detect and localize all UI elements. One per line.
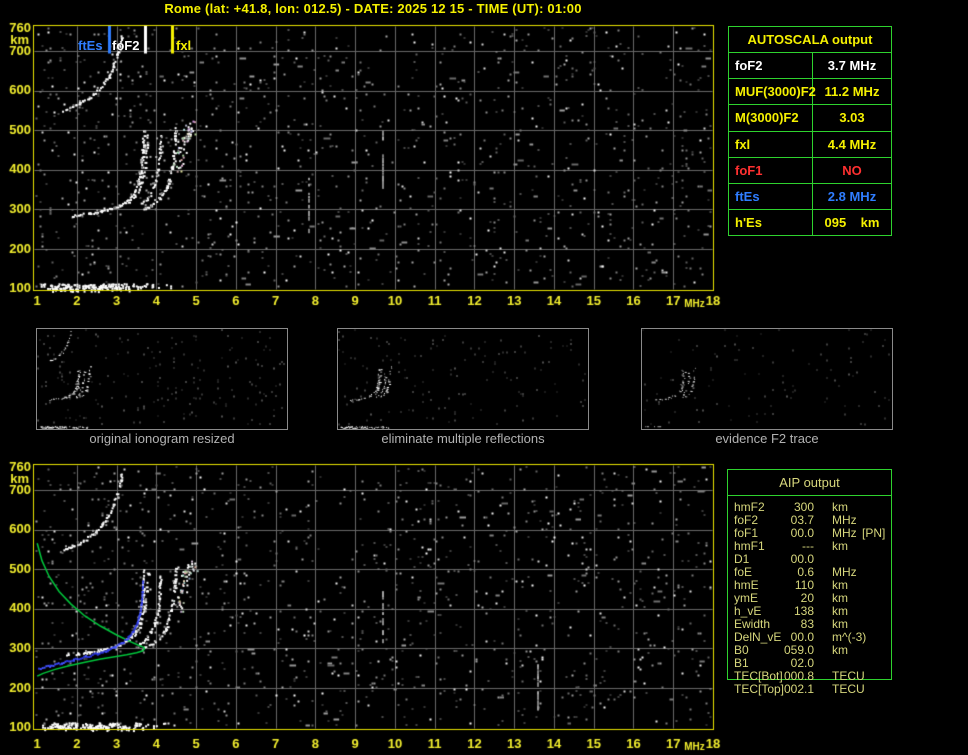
table-row: hmE 110 km bbox=[728, 578, 891, 591]
aip-table-rows: hmF2 300 km foF2 03.7 MHz foF1 00.0 MHz … bbox=[728, 500, 891, 695]
row-value: NO bbox=[813, 158, 891, 183]
row-label: fxl bbox=[729, 132, 813, 157]
table-row: foF1 00.0 MHz [PN] bbox=[728, 526, 891, 539]
row-unit: km bbox=[832, 617, 848, 631]
marker-label-fof2: foF2 bbox=[112, 38, 139, 53]
thumbnail-original-ionogram bbox=[36, 328, 288, 430]
row-label: B0 bbox=[734, 643, 749, 657]
row-label: hmF2 bbox=[734, 500, 765, 514]
row-value: --- bbox=[764, 539, 814, 553]
marker-label-ftes: ftEs bbox=[78, 38, 103, 53]
row-label: foF1 bbox=[729, 158, 813, 183]
row-value: 000.8 bbox=[764, 669, 814, 683]
row-unit: km bbox=[832, 643, 848, 657]
table-row: B0 059.0 km bbox=[728, 643, 891, 656]
row-value: 3.7 MHz bbox=[813, 53, 891, 78]
row-unit: MHz bbox=[832, 513, 857, 527]
row-value: 2.8 MHz bbox=[813, 184, 891, 209]
table-row: D1 00.0 bbox=[728, 552, 891, 565]
row-label: foE bbox=[734, 565, 752, 579]
row-value: 20 bbox=[764, 591, 814, 605]
aip-table-header: AIP output bbox=[728, 470, 891, 496]
row-label: foF1 bbox=[734, 526, 758, 540]
row-label: ymE bbox=[734, 591, 758, 605]
table-row: DelN_vE 00.0 m^(-3) bbox=[728, 630, 891, 643]
autoscala-output-table: AUTOSCALA output foF2 3.7 MHz MUF(3000)F… bbox=[728, 26, 892, 236]
table-row: hmF1 --- km bbox=[728, 539, 891, 552]
thumbnail-eliminate-reflections bbox=[337, 328, 589, 430]
row-label: hmE bbox=[734, 578, 759, 592]
row-unit: MHz bbox=[832, 526, 857, 540]
row-value: 300 bbox=[764, 500, 814, 514]
table-row: foE 0.6 MHz bbox=[728, 565, 891, 578]
row-label: foF2 bbox=[729, 53, 813, 78]
table-row: ymE 20 km bbox=[728, 591, 891, 604]
row-unit: m^(-3) bbox=[832, 630, 866, 644]
row-unit: km bbox=[832, 500, 848, 514]
thumbnail-caption: evidence F2 trace bbox=[641, 431, 893, 446]
row-unit: MHz bbox=[832, 565, 857, 579]
table-row: hmF2 300 km bbox=[728, 500, 891, 513]
row-unit: km bbox=[832, 539, 848, 553]
row-value: 03.7 bbox=[764, 513, 814, 527]
table-row: foF1 NO bbox=[729, 158, 891, 184]
row-unit: TECU bbox=[832, 669, 865, 683]
row-value: 002.1 bbox=[764, 682, 814, 696]
row-label: foF2 bbox=[734, 513, 758, 527]
thumbnail-caption: original ionogram resized bbox=[36, 431, 288, 446]
row-value: 4.4 MHz bbox=[813, 132, 891, 157]
row-extra: [PN] bbox=[862, 526, 885, 540]
row-label: hmF1 bbox=[734, 539, 765, 553]
row-label: h'Es bbox=[729, 210, 813, 235]
table-row: foF2 03.7 MHz bbox=[728, 513, 891, 526]
thumbnail-caption: eliminate multiple reflections bbox=[337, 431, 589, 446]
row-unit: km bbox=[832, 591, 848, 605]
table-row: h'Es 095 km bbox=[729, 210, 891, 235]
table-row: fxl 4.4 MHz bbox=[729, 132, 891, 158]
row-value: 138 bbox=[764, 604, 814, 618]
table-row: Ewidth 83 km bbox=[728, 617, 891, 630]
table-row: foF2 3.7 MHz bbox=[729, 53, 891, 79]
row-label: M(3000)F2 bbox=[729, 105, 813, 130]
row-label: ftEs bbox=[729, 184, 813, 209]
table-row: ftEs 2.8 MHz bbox=[729, 184, 891, 210]
row-value: 00.0 bbox=[764, 552, 814, 566]
row-label: MUF(3000)F2 bbox=[729, 79, 813, 104]
table-row: TEC[Bot] 000.8 TECU bbox=[728, 669, 891, 682]
row-value: 0.6 bbox=[764, 565, 814, 579]
row-value: 02.0 bbox=[764, 656, 814, 670]
row-value: 095 km bbox=[813, 210, 891, 235]
row-value: 11.2 MHz bbox=[813, 79, 891, 104]
table-row: MUF(3000)F2 11.2 MHz bbox=[729, 79, 891, 105]
row-label: B1 bbox=[734, 656, 749, 670]
marker-label-fxl: fxl bbox=[176, 38, 191, 53]
row-label: D1 bbox=[734, 552, 749, 566]
row-value: 00.0 bbox=[764, 526, 814, 540]
row-value: 059.0 bbox=[764, 643, 814, 657]
page-title: Rome (lat: +41.8, lon: 012.5) - DATE: 20… bbox=[33, 1, 713, 16]
row-value: 110 bbox=[764, 578, 814, 592]
row-unit: km bbox=[832, 604, 848, 618]
aip-output-table: AIP output hmF2 300 km foF2 03.7 MHz foF… bbox=[727, 469, 892, 680]
table-row: B1 02.0 bbox=[728, 656, 891, 669]
row-label: h_vE bbox=[734, 604, 761, 618]
row-value: 3.03 bbox=[813, 105, 891, 130]
table-row: h_vE 138 km bbox=[728, 604, 891, 617]
row-unit: km bbox=[832, 578, 848, 592]
table-row: M(3000)F2 3.03 bbox=[729, 105, 891, 131]
row-value: 00.0 bbox=[764, 630, 814, 644]
row-value: 83 bbox=[764, 617, 814, 631]
table-row: TEC[Top] 002.1 TECU bbox=[728, 682, 891, 695]
autoscala-table-header: AUTOSCALA output bbox=[729, 27, 891, 53]
row-unit: TECU bbox=[832, 682, 865, 696]
thumbnail-evidence-f2 bbox=[641, 328, 893, 430]
